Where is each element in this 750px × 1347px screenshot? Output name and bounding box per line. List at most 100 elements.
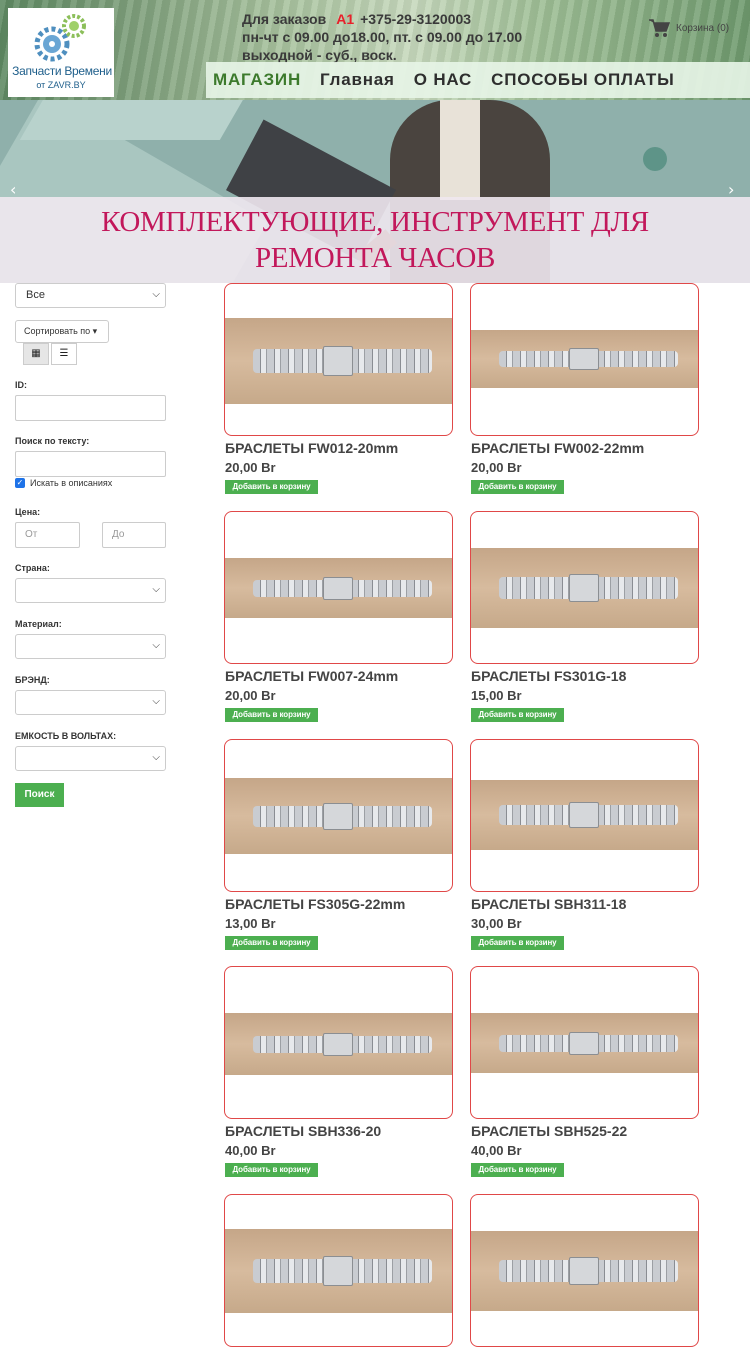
add-to-cart-button[interactable]: Добавить в корзину: [471, 708, 564, 722]
capacity-label: ЕМКОСТЬ В ВОЛЬТАХ:: [15, 731, 117, 741]
brand-label: БРЭНД:: [15, 675, 50, 685]
operator-label: A1: [336, 11, 355, 27]
product-photo: [471, 1231, 698, 1311]
search-descriptions-label: Искать в описаниях: [30, 478, 113, 488]
product-photo: [471, 330, 698, 388]
bracelet-clasp-image: [569, 574, 599, 602]
logo-name: Запчасти Времени: [12, 64, 112, 78]
product-photo: [471, 548, 698, 628]
product-price: 30,00 Br: [471, 916, 522, 931]
price-from-input[interactable]: От: [15, 522, 80, 548]
working-hours: пн-чт с 09.00 до18.00, пт. с 09.00 до 17…: [242, 29, 523, 45]
product-image-link[interactable]: [470, 511, 699, 664]
banner-decor-circle: [643, 147, 667, 171]
material-select[interactable]: ⌵: [15, 634, 166, 659]
product-image-link[interactable]: [224, 1194, 453, 1347]
search-descriptions-checkbox[interactable]: ✓ Искать в описаниях: [15, 478, 112, 488]
bracelet-clasp-image: [323, 1033, 353, 1056]
product-image-link[interactable]: [224, 739, 453, 892]
chevron-down-icon: ⌵: [152, 640, 160, 651]
product-photo: [225, 1229, 452, 1313]
product-name[interactable]: БРАСЛЕТЫ FS305G-22mm: [225, 896, 405, 912]
nav-about[interactable]: О НАС: [414, 70, 472, 90]
product-name[interactable]: БРАСЛЕТЫ SBH336-20: [225, 1123, 381, 1139]
id-input[interactable]: [15, 395, 166, 421]
nav-home[interactable]: Главная: [320, 70, 395, 90]
product-image-link[interactable]: [470, 1194, 699, 1347]
add-to-cart-button[interactable]: Добавить в корзину: [225, 708, 318, 722]
country-select[interactable]: ⌵: [15, 578, 166, 603]
shopping-cart-icon: [649, 19, 670, 37]
product-image-link[interactable]: [470, 283, 699, 436]
bracelet-clasp-image: [569, 1032, 599, 1055]
product-photo: [225, 778, 452, 854]
list-view-button[interactable]: ☰: [51, 343, 77, 365]
product-photo: [225, 318, 452, 404]
product-name[interactable]: БРАСЛЕТЫ FS301G-18: [471, 668, 626, 684]
product-name[interactable]: БРАСЛЕТЫ SBH525-22: [471, 1123, 627, 1139]
product-photo: [225, 558, 452, 618]
product-name[interactable]: БРАСЛЕТЫ SBH311-18: [471, 896, 626, 912]
chevron-down-icon: ⌵: [152, 752, 160, 763]
category-select-value: Все: [26, 289, 45, 301]
product-name[interactable]: БРАСЛЕТЫ FW012-20mm: [225, 440, 398, 456]
add-to-cart-button[interactable]: Добавить в корзину: [471, 1163, 564, 1177]
bracelet-clasp-image: [569, 348, 599, 370]
grid-view-button[interactable]: ▦: [23, 343, 49, 365]
country-label: Страна:: [15, 563, 50, 573]
product-name[interactable]: БРАСЛЕТЫ FW002-22mm: [471, 440, 644, 456]
bracelet-clasp-image: [323, 577, 353, 600]
search-button[interactable]: Поиск: [15, 783, 64, 807]
text-search-input[interactable]: [15, 451, 166, 477]
chevron-down-icon: ⌵: [152, 584, 160, 595]
list-icon: ☰: [59, 348, 69, 359]
gears-logo-icon: [34, 14, 86, 62]
add-to-cart-button[interactable]: Добавить в корзину: [471, 480, 564, 494]
product-image-link[interactable]: [224, 283, 453, 436]
phone-number[interactable]: +375-29-3120003: [360, 11, 471, 27]
bracelet-clasp-image: [323, 1256, 353, 1286]
product-image-link[interactable]: [470, 966, 699, 1119]
product-image-link[interactable]: [470, 739, 699, 892]
bracelet-clasp-image: [569, 802, 599, 828]
capacity-select[interactable]: ⌵: [15, 746, 166, 771]
price-to-input[interactable]: До: [102, 522, 166, 548]
site-header: Запчасти Времени от ZAVR.BY Для заказов A…: [0, 0, 750, 100]
add-to-cart-button[interactable]: Добавить в корзину: [225, 480, 318, 494]
bracelet-clasp-image: [569, 1257, 599, 1285]
product-image-link[interactable]: [224, 511, 453, 664]
product-price: 20,00 Br: [225, 460, 276, 475]
cart-label: Корзина (0): [676, 22, 730, 34]
category-select[interactable]: Все ⌵: [15, 283, 166, 308]
contact-info: Для заказов A1 +375-29-3120003 пн-чт с 09.…: [242, 10, 522, 64]
product-price: 20,00 Br: [225, 688, 276, 703]
product-price: 40,00 Br: [471, 1143, 522, 1158]
brand-select[interactable]: ⌵: [15, 690, 166, 715]
id-label: ID:: [15, 380, 27, 390]
product-image-link[interactable]: [224, 966, 453, 1119]
product-price: 40,00 Br: [225, 1143, 276, 1158]
grid-icon: ▦: [31, 348, 41, 359]
order-label: Для заказов: [242, 11, 327, 27]
add-to-cart-button[interactable]: Добавить в корзину: [225, 936, 318, 950]
bracelet-clasp-image: [323, 803, 353, 830]
chevron-down-icon: ⌵: [152, 289, 160, 300]
add-to-cart-button[interactable]: Добавить в корзину: [225, 1163, 318, 1177]
site-logo[interactable]: Запчасти Времени от ZAVR.BY: [8, 8, 114, 97]
text-search-label: Поиск по тексту:: [15, 436, 90, 446]
product-photo: [471, 780, 698, 850]
nav-payment-methods[interactable]: СПОСОБЫ ОПЛАТЫ: [491, 70, 674, 90]
cart-link[interactable]: Корзина (0): [648, 18, 729, 38]
chevron-down-icon: ⌵: [152, 696, 160, 707]
bracelet-clasp-image: [323, 346, 353, 376]
page-title: КОМПЛЕКТУЮЩИЕ, ИНСТРУМЕНТ ДЛЯ РЕМОНТА ЧА…: [101, 206, 649, 274]
sort-dropdown-button[interactable]: Сортировать по ▾: [15, 320, 109, 343]
checkbox-checked-icon[interactable]: ✓: [15, 478, 25, 488]
product-price: 20,00 Br: [471, 460, 522, 475]
logo-subtitle: от ZAVR.BY: [36, 80, 86, 90]
nav-shop[interactable]: МАГАЗИН: [213, 70, 301, 90]
product-name[interactable]: БРАСЛЕТЫ FW007-24mm: [225, 668, 398, 684]
add-to-cart-button[interactable]: Добавить в корзину: [471, 936, 564, 950]
product-photo: [471, 1013, 698, 1073]
material-label: Материал:: [15, 619, 62, 629]
